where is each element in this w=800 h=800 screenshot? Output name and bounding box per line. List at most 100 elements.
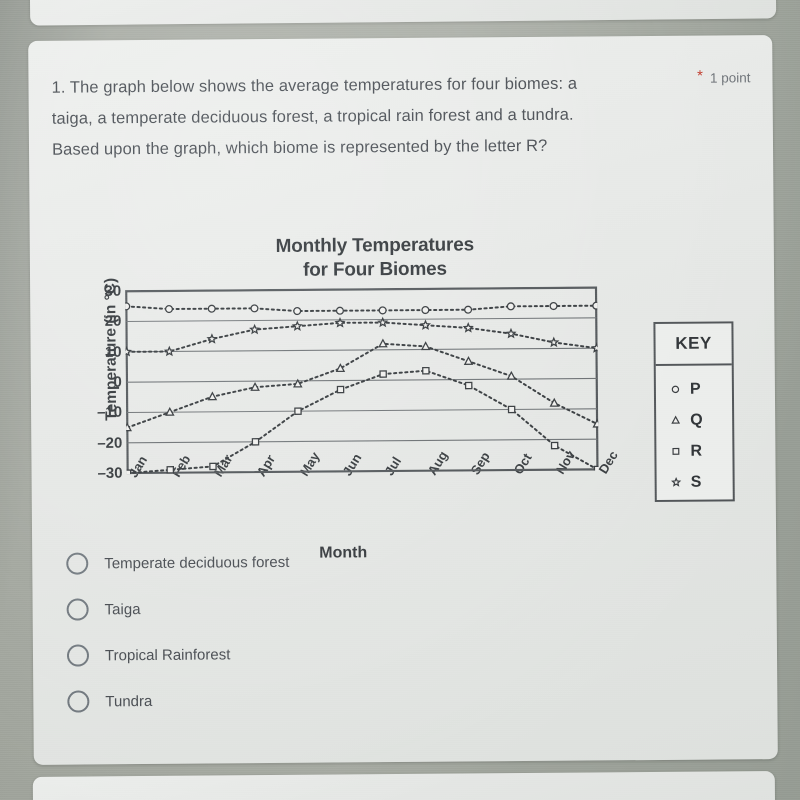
question-text: 1. The graph below shows the average tem… bbox=[51, 68, 692, 166]
data-point-square bbox=[125, 469, 132, 475]
data-point-square bbox=[251, 438, 260, 446]
triangle-marker-icon bbox=[671, 415, 681, 424]
data-point-triangle bbox=[549, 397, 560, 407]
legend-header: KEY bbox=[655, 323, 732, 367]
chart-legend: KEY PQRS bbox=[653, 321, 735, 503]
next-question-card bbox=[32, 771, 776, 800]
data-point-star bbox=[206, 333, 218, 344]
gridline bbox=[126, 317, 597, 323]
data-point-star bbox=[590, 342, 599, 353]
series-line-Q bbox=[126, 342, 599, 429]
data-point-circle bbox=[378, 306, 387, 315]
data-point-star bbox=[419, 319, 432, 331]
data-point-square bbox=[294, 407, 302, 415]
legend-items: PQRS bbox=[656, 365, 733, 498]
gridline bbox=[127, 408, 598, 414]
data-point-circle bbox=[125, 302, 131, 311]
data-point-square bbox=[464, 381, 473, 390]
data-point-circle bbox=[207, 304, 216, 313]
answer-option-label: Taiga bbox=[104, 600, 141, 618]
data-point-square bbox=[209, 462, 217, 471]
gridline bbox=[127, 438, 598, 444]
data-point-square bbox=[507, 405, 516, 414]
legend-item-R: R bbox=[670, 435, 732, 466]
data-point-square bbox=[336, 385, 345, 394]
gridline bbox=[126, 347, 597, 353]
data-point-circle bbox=[164, 304, 174, 314]
data-point-star bbox=[671, 476, 682, 487]
data-point-star bbox=[249, 323, 261, 335]
data-point-star bbox=[163, 345, 175, 357]
y-axis-ticks: 30 20 10 0 –10 –20 –30 bbox=[65, 283, 126, 482]
series-R bbox=[125, 366, 599, 475]
y-tick-label: 20 bbox=[104, 313, 122, 331]
data-point-square bbox=[422, 366, 430, 375]
data-point-circle bbox=[421, 306, 430, 315]
data-point-star bbox=[462, 322, 474, 333]
data-point-star bbox=[125, 345, 133, 357]
answer-options: Temperate deciduous forest Taiga Tropical … bbox=[56, 537, 517, 725]
legend-item-label: P bbox=[689, 380, 701, 398]
question-line-3: Based upon the graph, which biome is rep… bbox=[51, 136, 548, 159]
answer-option-3[interactable]: Tropical Rainforest bbox=[57, 629, 517, 679]
legend-item-label: R bbox=[690, 442, 703, 460]
data-point-circle bbox=[335, 306, 344, 315]
data-point-triangle bbox=[671, 415, 681, 424]
data-point-circle bbox=[592, 301, 599, 310]
data-point-triangle bbox=[420, 341, 431, 351]
square-marker-icon bbox=[672, 447, 680, 455]
data-point-triangle bbox=[207, 391, 218, 401]
data-point-circle bbox=[506, 302, 515, 311]
x-axis-ticks: Jan Feb Mar Apr May Jun Jul Aug Sep Oct Nov Dec bbox=[126, 448, 621, 532]
data-point-star bbox=[548, 336, 560, 348]
radio-button-icon[interactable] bbox=[67, 690, 90, 713]
data-point-circle bbox=[464, 305, 473, 314]
radio-button-icon[interactable] bbox=[66, 644, 90, 667]
question-line-1: 1. The graph below shows the average tem… bbox=[51, 74, 578, 97]
data-point-circle bbox=[671, 385, 680, 394]
data-point-triangle bbox=[463, 356, 474, 365]
y-tick-label: –10 bbox=[96, 404, 123, 422]
chart-figure: Monthly Temperatures for Four Biomes Tem… bbox=[64, 185, 743, 580]
chart-title-line-2: for Four Biomes bbox=[303, 258, 447, 281]
radio-button-icon[interactable] bbox=[66, 598, 89, 621]
legend-item-label: S bbox=[690, 473, 702, 491]
series-P bbox=[125, 301, 599, 316]
chart-title: Monthly Temperatures for Four Biomes bbox=[215, 233, 535, 284]
y-tick-label: –20 bbox=[97, 434, 123, 452]
answer-option-label: Tundra bbox=[105, 692, 153, 710]
answer-option-label: Temperate deciduous forest bbox=[104, 553, 290, 572]
y-tick-label: 30 bbox=[104, 282, 122, 300]
radio-button-icon[interactable] bbox=[66, 552, 89, 575]
y-tick-label: –30 bbox=[97, 464, 123, 482]
data-point-circle bbox=[293, 307, 302, 316]
data-point-square bbox=[550, 441, 559, 450]
legend-item-Q: Q bbox=[670, 404, 732, 435]
data-point-circle bbox=[549, 301, 558, 311]
answer-option-1[interactable]: Temperate deciduous forest bbox=[56, 537, 516, 587]
series-Q bbox=[125, 338, 599, 432]
y-tick-label: 10 bbox=[104, 343, 122, 361]
circle-marker-icon bbox=[671, 385, 680, 394]
data-point-square bbox=[166, 466, 175, 474]
legend-item-label: Q bbox=[690, 411, 703, 429]
question-card: 1. The graph below shows the average tem… bbox=[28, 35, 778, 765]
required-asterisk-icon: * bbox=[697, 67, 703, 85]
series-layer bbox=[125, 301, 599, 475]
answer-option-label: Tropical Rainforest bbox=[104, 645, 231, 664]
legend-item-P: P bbox=[670, 373, 732, 404]
series-line-R bbox=[126, 369, 599, 475]
y-tick-label: 0 bbox=[113, 373, 122, 391]
data-point-square bbox=[672, 447, 680, 455]
answer-option-2[interactable]: Taiga bbox=[56, 583, 516, 633]
data-point-star bbox=[291, 320, 303, 332]
series-line-P bbox=[125, 304, 598, 313]
chart-title-line-1: Monthly Temperatures bbox=[275, 234, 475, 257]
data-point-star bbox=[505, 327, 517, 339]
points-label: 1 point bbox=[709, 70, 751, 86]
points-indicator: * 1 point bbox=[697, 67, 751, 86]
x-tick-label: Dec bbox=[595, 448, 621, 477]
legend-item-S: S bbox=[671, 466, 733, 497]
series-line-S bbox=[125, 321, 598, 353]
answer-option-4[interactable]: Tundra bbox=[57, 675, 517, 725]
